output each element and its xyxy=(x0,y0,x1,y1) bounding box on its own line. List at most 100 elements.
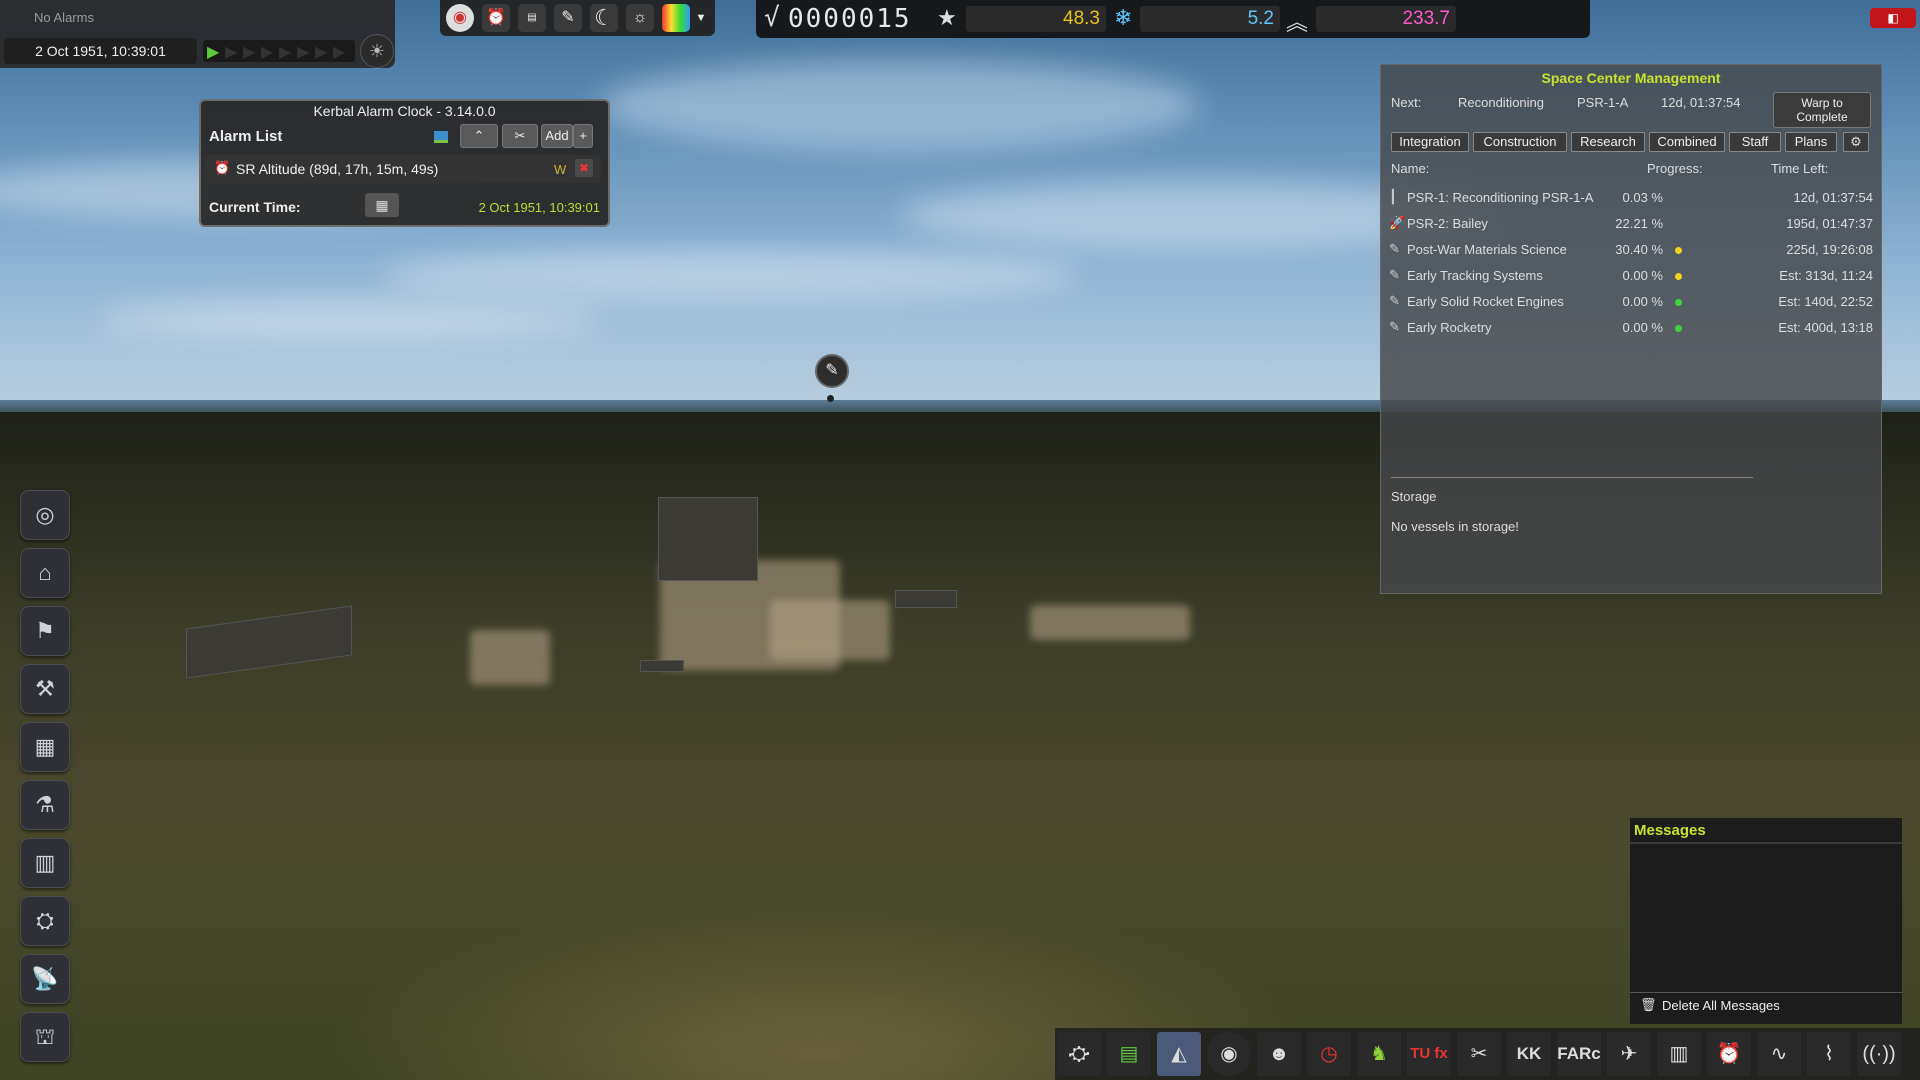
scm-title: Space Center Management xyxy=(1541,70,1721,86)
next-time: 12d, 01:37:54 xyxy=(1661,95,1741,110)
trash-icon[interactable]: 🗑 xyxy=(1640,997,1657,1013)
map-pin-icon[interactable]: ✈ xyxy=(1607,1032,1651,1076)
rocket-app-icon[interactable]: ⛮ xyxy=(1057,1032,1101,1076)
alarm-status[interactable]: No Alarms xyxy=(34,10,94,25)
science-icon: ❄ xyxy=(1114,5,1133,30)
list-item[interactable]: ✎ Early Tracking Systems 0.00 % Est: 313… xyxy=(1389,265,1873,287)
tools-icon[interactable]: ✂ xyxy=(1457,1032,1501,1076)
launchpad-icon[interactable]: ⛭ xyxy=(20,896,70,946)
clipboard-icon[interactable]: ▥ xyxy=(1657,1032,1701,1076)
tab-plans[interactable]: Plans xyxy=(1785,132,1837,152)
hangar-icon[interactable]: ▦ xyxy=(20,722,70,772)
warp-arrow-icon[interactable]: ▶ xyxy=(225,42,237,62)
add-plus-button[interactable]: + xyxy=(573,124,593,148)
timer-icon[interactable]: ◷ xyxy=(1307,1032,1351,1076)
runway-icon[interactable]: ▥ xyxy=(20,838,70,888)
messages-title: Messages xyxy=(1634,822,1706,839)
warp-arrow-icon[interactable]: ▶ xyxy=(297,42,309,62)
tab-integration[interactable]: Integration xyxy=(1391,132,1469,152)
rainbow-icon[interactable] xyxy=(662,4,690,32)
delete-all-messages-button[interactable]: Delete All Messages xyxy=(1662,998,1780,1013)
kerbal-face-icon[interactable]: ☻ xyxy=(1257,1032,1301,1076)
confidence-value: 233.7 xyxy=(1316,6,1456,32)
time-warp-bar[interactable]: ▶ ▶ ▶ ▶ ▶ ▶ ▶ ▶ xyxy=(203,40,355,62)
alarm-row[interactable]: ⏰ SR Altitude (89d, 17h, 15m, 49s) W ✖ xyxy=(206,155,601,183)
item-time: Est: 313d, 11:24 xyxy=(1779,268,1873,283)
item-name: Post-War Materials Science xyxy=(1407,242,1567,257)
warp-arrow-icon[interactable]: ▶ xyxy=(243,42,255,62)
sunrise-icon[interactable]: ☀ xyxy=(360,34,394,68)
warp-label-line1: Warp to xyxy=(1801,96,1843,110)
dropdown-caret-icon[interactable]: ▼ xyxy=(692,4,710,32)
status-dot xyxy=(1675,325,1682,332)
calendar-icon[interactable]: ▤ xyxy=(518,4,546,32)
kerbal-construction-icon[interactable]: ▤ xyxy=(1107,1032,1151,1076)
item-name: Early Tracking Systems xyxy=(1407,268,1543,283)
tab-research[interactable]: Research xyxy=(1571,132,1645,152)
rp1-icon[interactable]: ◉ xyxy=(1207,1032,1251,1076)
signal-icon[interactable]: ((·)) xyxy=(1857,1032,1901,1076)
settings-tools-icon[interactable]: ✂ xyxy=(502,124,538,148)
vab-building[interactable] xyxy=(658,497,758,581)
sun-settings-icon[interactable]: ☼ xyxy=(626,4,654,32)
status-dot xyxy=(1675,247,1682,254)
stock-app-icon[interactable]: ◉ xyxy=(446,4,474,32)
pad xyxy=(770,600,890,660)
small-building[interactable] xyxy=(895,590,957,608)
small-building[interactable] xyxy=(640,660,684,672)
add-alarm-button[interactable]: Add xyxy=(541,124,573,148)
tab-combined[interactable]: Combined xyxy=(1649,132,1725,152)
tab-construction[interactable]: Construction xyxy=(1473,132,1567,152)
list-item[interactable]: ✎ Early Solid Rocket Engines 0.00 % Est:… xyxy=(1389,291,1873,313)
farc-icon[interactable]: FARc xyxy=(1557,1032,1601,1076)
research-lab-icon[interactable]: ⚗ xyxy=(20,780,70,830)
waypoint-marker-icon[interactable]: ✎ xyxy=(815,354,849,388)
warp-to-complete-button[interactable]: Warp to Complete xyxy=(1773,92,1871,128)
warp-arrow-icon[interactable]: ▶ xyxy=(207,42,219,62)
time-panel: No Alarms 2 Oct 1951, 10:39:01 ▶ ▶ ▶ ▶ ▶… xyxy=(0,0,395,68)
list-item[interactable]: ✎ Early Rocketry 0.00 % Est: 400d, 13:18 xyxy=(1389,317,1873,339)
alarm-clock-icon[interactable]: ⏰ xyxy=(482,4,510,32)
rocket-icon: 🚀 xyxy=(1389,215,1406,230)
antenna-graph-icon[interactable]: ⌇ xyxy=(1807,1032,1851,1076)
list-item[interactable]: ✎ Post-War Materials Science 30.40 % 225… xyxy=(1389,239,1873,261)
delete-alarm-icon[interactable]: ✖ xyxy=(575,159,593,177)
alarm-text: SR Altitude (89d, 17h, 15m, 49s) xyxy=(236,161,439,177)
administration-icon[interactable]: ⚑ xyxy=(20,606,70,656)
warp-arrow-icon[interactable]: ▶ xyxy=(333,42,345,62)
item-progress: 30.40 % xyxy=(1615,242,1663,257)
item-time: Est: 400d, 13:18 xyxy=(1778,320,1873,335)
moon-icon[interactable]: ☾ xyxy=(590,4,618,32)
mission-control-icon[interactable]: ◎ xyxy=(20,490,70,540)
toggle-ui-button[interactable]: ◧ xyxy=(1870,8,1916,28)
current-time-value: 2 Oct 1951, 10:39:01 xyxy=(478,200,600,215)
research-icon: ✎ xyxy=(1389,293,1400,308)
calendar-icon[interactable]: ▦ xyxy=(365,193,399,217)
current-time-label: Current Time: xyxy=(209,199,301,215)
kac-title[interactable]: Kerbal Alarm Clock - 3.14.0.0 xyxy=(201,103,608,119)
vehicle-assembly-icon[interactable]: ⚒ xyxy=(20,664,70,714)
astronaut-complex-icon[interactable]: ⌂ xyxy=(20,548,70,598)
confidence-icon: ︽ xyxy=(1286,10,1309,35)
collapse-button[interactable]: ⌃ xyxy=(460,124,498,148)
scenery-icon[interactable]: ◭ xyxy=(1157,1032,1201,1076)
tracking-station-icon[interactable]: 📡 xyxy=(20,954,70,1004)
kk-icon[interactable]: KK xyxy=(1507,1032,1551,1076)
gear-icon[interactable]: ⚙ xyxy=(1843,132,1869,152)
alarm-icon[interactable]: ⏰ xyxy=(1707,1032,1751,1076)
next-target: PSR-1-A xyxy=(1577,95,1629,110)
warp-arrow-icon[interactable]: ▶ xyxy=(279,42,291,62)
list-item[interactable]: ┃ PSR-1: Reconditioning PSR-1-A 0.03 % 1… xyxy=(1389,187,1873,209)
pen-icon[interactable]: ✎ xyxy=(554,4,582,32)
research-icon: ✎ xyxy=(1389,267,1400,282)
vab-alt-icon[interactable]: ⛫ xyxy=(20,1012,70,1062)
item-progress: 22.21 % xyxy=(1615,216,1663,231)
graph-icon[interactable]: ∿ xyxy=(1757,1032,1801,1076)
list-item[interactable]: 🚀 PSR-2: Bailey 22.21 % 195d, 01:47:37 xyxy=(1389,213,1873,235)
tab-staff[interactable]: Staff xyxy=(1729,132,1781,152)
warp-arrow-icon[interactable]: ▶ xyxy=(261,42,273,62)
alien-icon[interactable]: ♞ xyxy=(1357,1032,1401,1076)
warp-arrow-icon[interactable]: ▶ xyxy=(315,42,327,62)
tufx-icon[interactable]: TU fx xyxy=(1407,1032,1451,1076)
warp-flag[interactable]: W xyxy=(554,162,566,177)
